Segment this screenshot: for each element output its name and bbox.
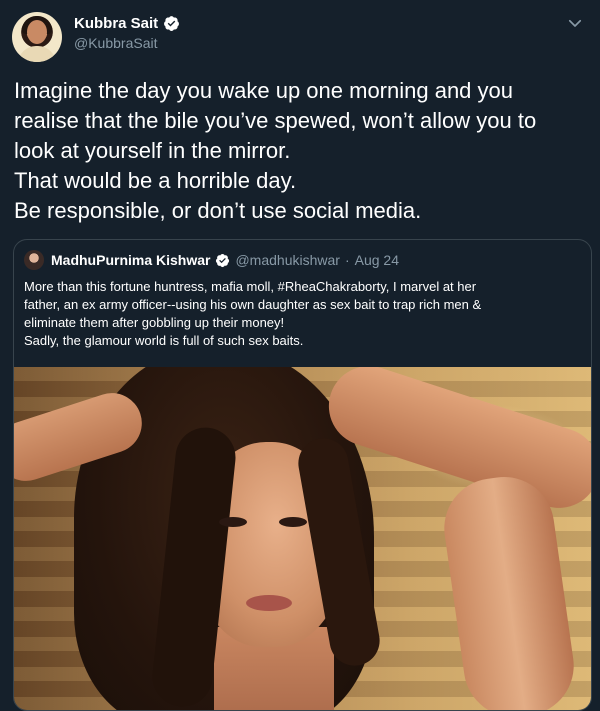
verified-badge-icon: [216, 253, 230, 267]
tweet-text-line: Imagine the day you wake up one morning …: [14, 78, 513, 103]
photo-left-eye: [219, 517, 247, 527]
photo-lips: [246, 595, 292, 611]
quoted-tweet-header: MadhuPurnima Kishwar @madhukishwar · Aug…: [24, 250, 399, 270]
quoted-separator: ·: [344, 252, 350, 268]
tweet-text-line: Be responsible, or don’t use social medi…: [14, 198, 422, 223]
author-handle[interactable]: @KubbraSait: [74, 35, 157, 51]
quoted-text-line: Sadly, the glamour world is full of such…: [24, 333, 304, 348]
tweet-text-line: look at yourself in the mirror.: [14, 138, 291, 163]
quoted-text-line: father, an ex army officer--using his ow…: [24, 297, 482, 312]
chevron-down-icon[interactable]: [566, 14, 584, 32]
avatar-body: [18, 46, 56, 62]
author-display-name[interactable]: Kubbra Sait: [74, 15, 158, 32]
quoted-text-line: eliminate them after gobbling up their m…: [24, 315, 285, 330]
quoted-author-avatar[interactable]: [24, 250, 44, 270]
photo-right-eye: [279, 517, 307, 527]
tweet-card[interactable]: Kubbra Sait @KubbraSait Imagine the day …: [0, 0, 600, 711]
quoted-tweet[interactable]: MadhuPurnima Kishwar @madhukishwar · Aug…: [13, 239, 592, 711]
quoted-text-line: More than this fortune huntress, mafia m…: [24, 279, 477, 294]
quoted-date[interactable]: Aug 24: [355, 252, 399, 268]
tweet-text-line: That would be a horrible day.: [14, 168, 297, 193]
quoted-author-handle[interactable]: @madhukishwar: [235, 252, 339, 268]
verified-badge-icon: [164, 16, 180, 31]
quoted-author-display-name[interactable]: MadhuPurnima Kishwar: [51, 252, 210, 268]
quoted-tweet-text: More than this fortune huntress, mafia m…: [24, 278, 584, 350]
author-name-row: Kubbra Sait: [74, 15, 180, 32]
author-avatar[interactable]: [12, 12, 62, 62]
tweet-text-line: realise that the bile you’ve spewed, won…: [14, 108, 537, 133]
avatar-face: [27, 20, 47, 44]
quoted-tweet-photo[interactable]: [14, 367, 591, 710]
tweet-text: Imagine the day you wake up one morning …: [14, 76, 589, 226]
